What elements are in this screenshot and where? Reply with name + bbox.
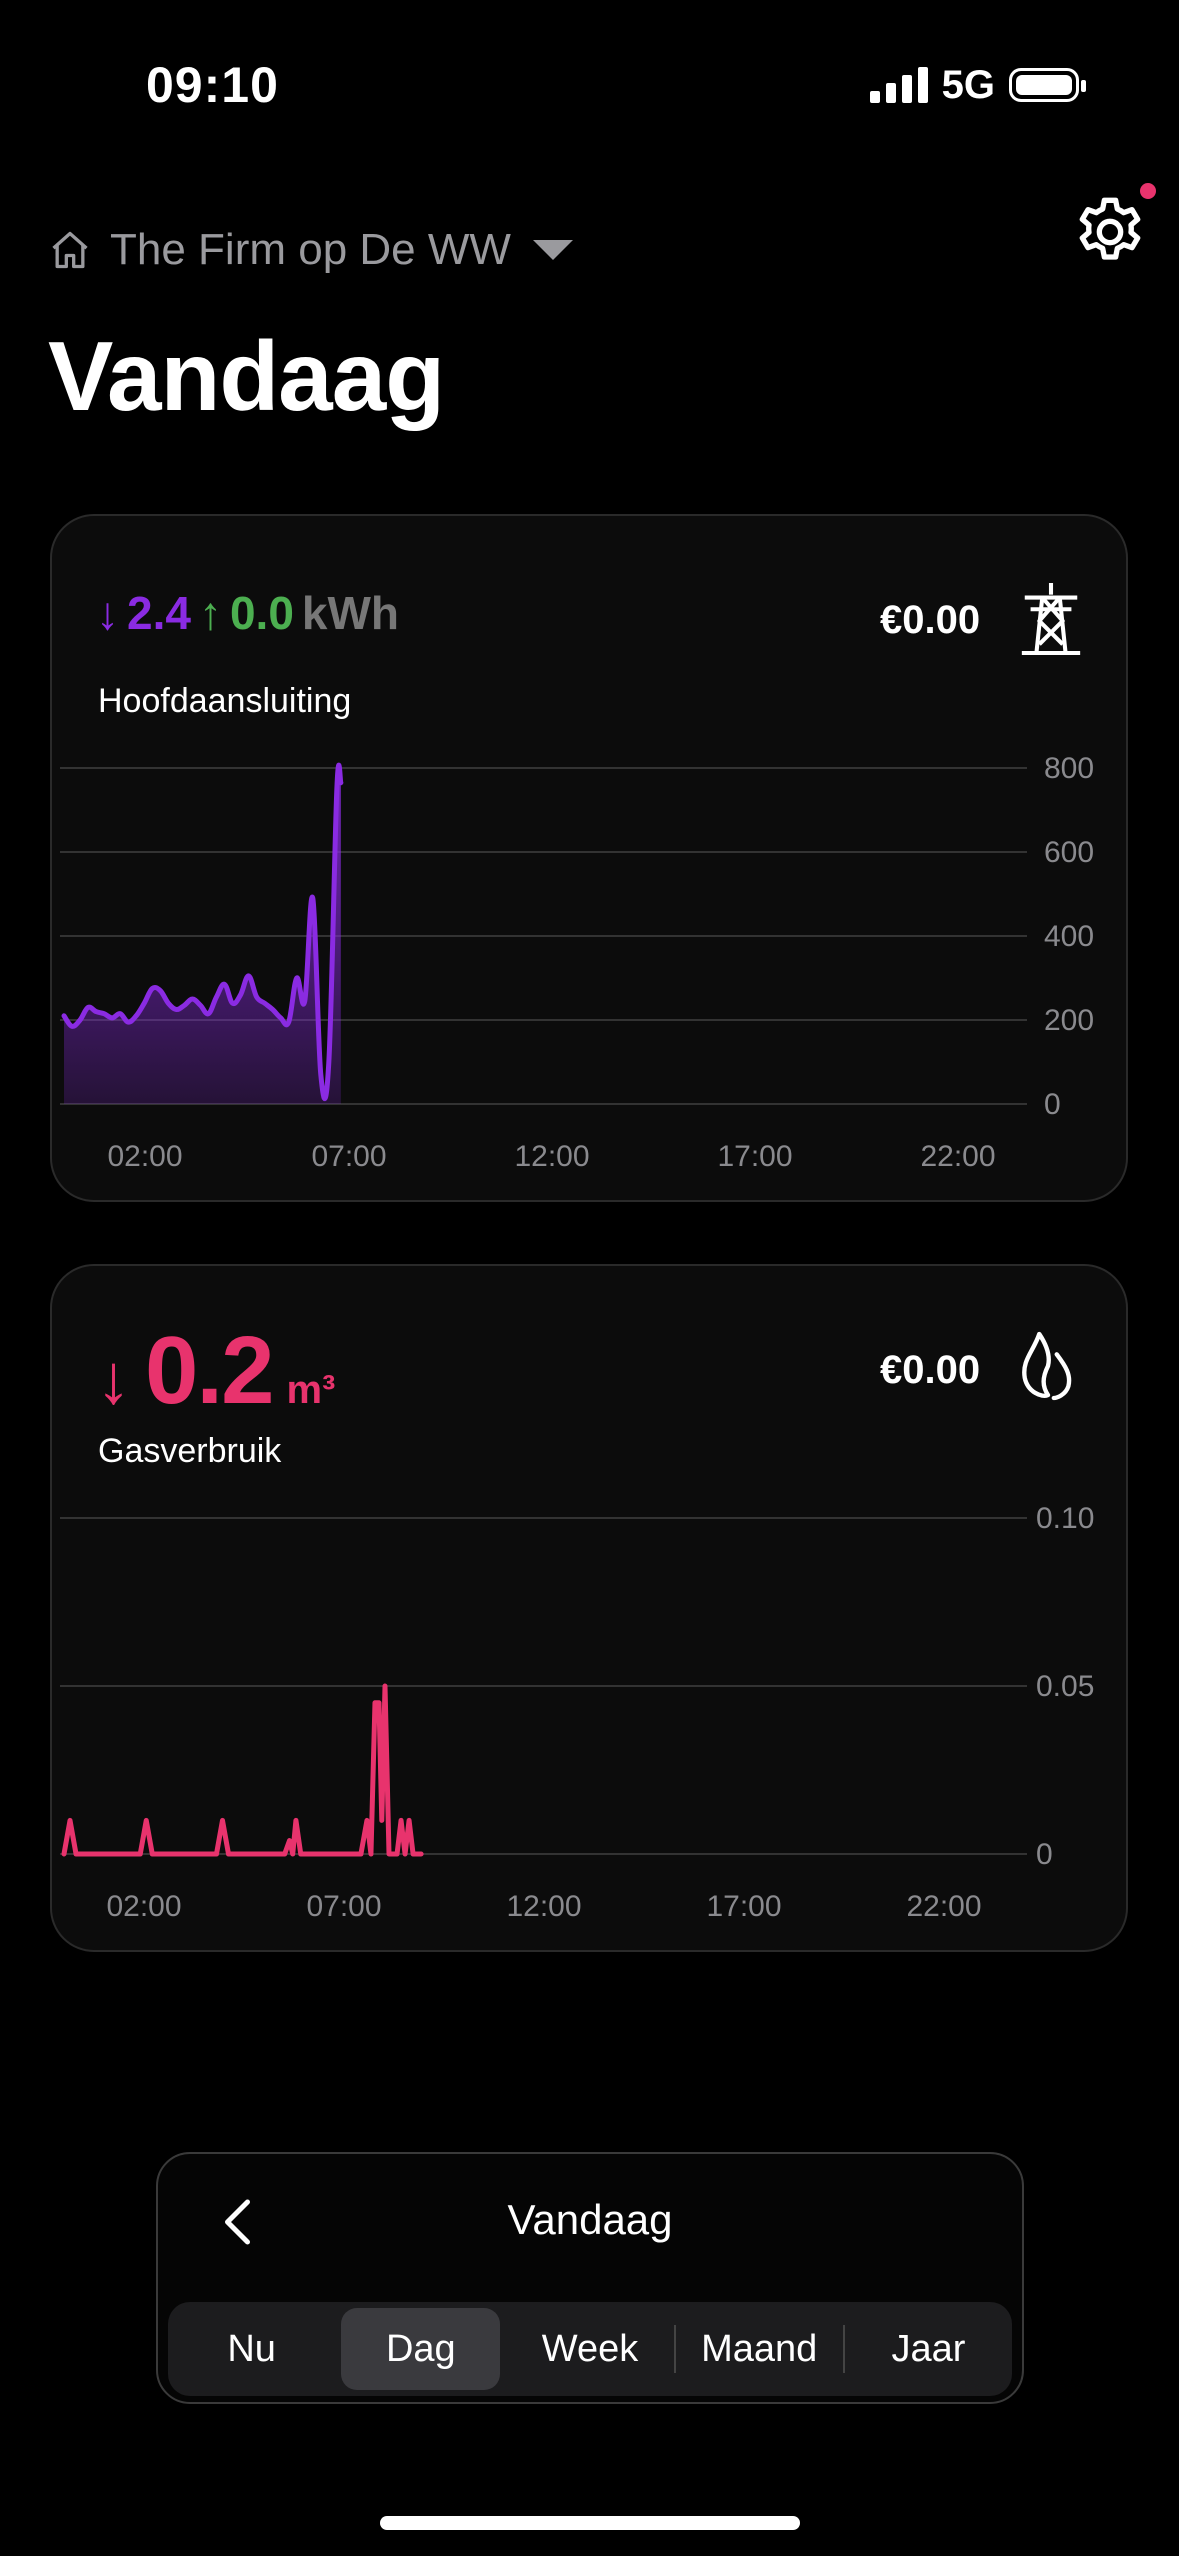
- y-tick-label: 0.10: [1036, 1502, 1094, 1535]
- location-selector[interactable]: The Firm op De WW: [48, 218, 573, 282]
- electricity-chart[interactable]: 0 200 400 600 800 02:00 07:00 12:00 17:00 22:00: [52, 516, 1130, 1204]
- status-time: 09:10: [146, 57, 279, 113]
- gas-chart[interactable]: 0 0.05 0.10 02:00 07:00 12:00 17:00 22:00: [52, 1266, 1130, 1954]
- cellular-signal-icon: [869, 67, 928, 103]
- y-tick-label: 400: [1044, 920, 1094, 953]
- tab-dag[interactable]: Dag: [341, 2308, 501, 2390]
- series-line: [61, 1683, 424, 1857]
- period-segmented-control: Nu Dag Week Maand Jaar: [168, 2302, 1012, 2396]
- tab-maand[interactable]: Maand: [680, 2308, 839, 2390]
- x-tick-label: 22:00: [906, 1890, 981, 1923]
- home-icon: [52, 231, 88, 269]
- y-tick-label: 0.05: [1036, 1670, 1094, 1703]
- y-tick-label: 0: [1044, 1088, 1061, 1121]
- x-tick-label: 07:00: [311, 1140, 386, 1173]
- x-tick-label: 02:00: [106, 1890, 181, 1923]
- status-indicators: 5G: [869, 60, 1086, 110]
- date-range-control: Vandaag Nu Dag Week Maand Jaar: [156, 2152, 1024, 2404]
- x-tick-label: 22:00: [920, 1140, 995, 1173]
- x-tick-label: 12:00: [514, 1140, 589, 1173]
- y-tick-label: 600: [1044, 836, 1094, 869]
- series-area: [64, 765, 341, 1104]
- x-tick-label: 17:00: [717, 1140, 792, 1173]
- tab-jaar[interactable]: Jaar: [849, 2308, 1008, 2390]
- tab-nu[interactable]: Nu: [172, 2308, 331, 2390]
- gas-card[interactable]: ↓ 0.2 m³ Gasverbruik €0.00 0 0.05 0.10 02:0…: [50, 1264, 1128, 1952]
- network-type: 5G: [941, 62, 995, 107]
- range-title: Vandaag: [507, 2196, 673, 2243]
- notification-badge: [1140, 183, 1156, 199]
- home-indicator[interactable]: [380, 2516, 800, 2530]
- y-tick-label: 0: [1036, 1838, 1053, 1871]
- chevron-down-icon: [532, 240, 573, 260]
- x-tick-label: 07:00: [306, 1890, 381, 1923]
- x-tick-label: 02:00: [107, 1140, 182, 1173]
- x-tick-label: 12:00: [506, 1890, 581, 1923]
- y-tick-label: 200: [1044, 1004, 1094, 1037]
- page-title: Vandaag: [48, 321, 445, 431]
- segment-divider: [842, 2325, 845, 2373]
- electricity-card[interactable]: ↓ 2.4 ↑ 0.0 kWh Hoofdaansluiting €0.00 0…: [50, 514, 1128, 1202]
- location-name: The Firm op De WW: [110, 225, 511, 274]
- gear-icon[interactable]: [1070, 192, 1150, 272]
- tab-week[interactable]: Week: [510, 2308, 669, 2390]
- battery-icon: [1009, 68, 1086, 102]
- segment-divider: [673, 2325, 676, 2373]
- x-tick-label: 17:00: [706, 1890, 781, 1923]
- y-tick-label: 800: [1044, 752, 1094, 785]
